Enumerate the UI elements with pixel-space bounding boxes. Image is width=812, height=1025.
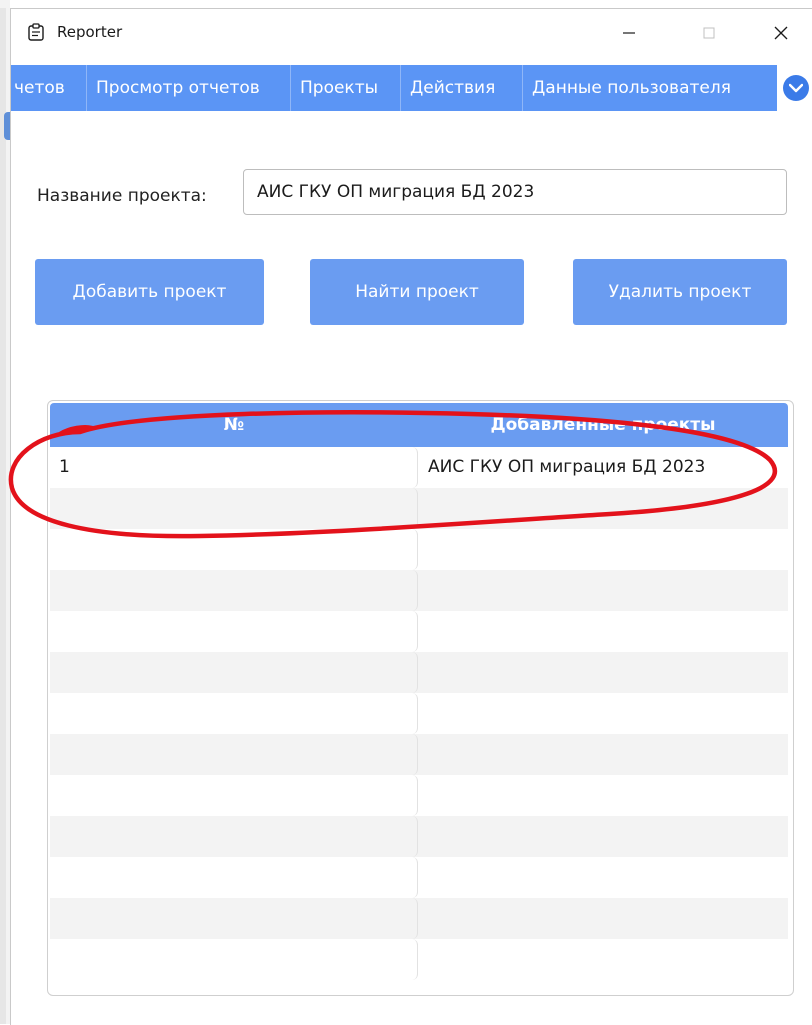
tab-user-data[interactable]: Данные пользователя <box>523 65 777 111</box>
background-window-edge <box>0 0 12 1024</box>
cell-number[interactable] <box>50 816 418 857</box>
window-title: Reporter <box>57 23 123 41</box>
table-row[interactable] <box>50 652 788 693</box>
cell-project-name[interactable] <box>418 898 788 939</box>
delete-project-button[interactable]: Удалить проект <box>573 259 787 325</box>
background-window-border <box>0 8 6 1024</box>
column-header-projects[interactable]: Добавленные проекты <box>418 403 788 447</box>
tab-label: Просмотр отчетов <box>96 78 260 98</box>
cell-project-name[interactable]: АИС ГКУ ОП миграция БД 2023 <box>418 447 788 488</box>
minimize-icon <box>623 32 635 34</box>
cell-project-name[interactable] <box>418 734 788 775</box>
find-project-button[interactable]: Найти проект <box>310 259 524 325</box>
tab-projects[interactable]: Проекты <box>291 65 401 111</box>
cell-project-name[interactable] <box>418 939 788 980</box>
add-project-button[interactable]: Добавить проект <box>35 259 264 325</box>
cell-number[interactable] <box>50 734 418 775</box>
maximize-button[interactable] <box>687 17 731 49</box>
table-row[interactable] <box>50 488 788 529</box>
tab-view-reports[interactable]: Просмотр отчетов <box>87 65 291 111</box>
table-row[interactable] <box>50 775 788 816</box>
tab-label: Данные пользователя <box>532 78 731 98</box>
cell-number[interactable] <box>50 611 418 652</box>
table-row[interactable] <box>50 939 788 980</box>
cell-project-name[interactable] <box>418 857 788 898</box>
project-name-label: Название проекта: <box>37 186 207 206</box>
table-row[interactable] <box>50 611 788 652</box>
tab-bar: четов Просмотр отчетов Проекты Действия … <box>11 65 777 111</box>
table-row[interactable] <box>50 570 788 611</box>
cell-number[interactable] <box>50 529 418 570</box>
cell-number[interactable] <box>50 693 418 734</box>
cell-project-name[interactable] <box>418 570 788 611</box>
table-row[interactable] <box>50 693 788 734</box>
close-button[interactable] <box>759 17 803 49</box>
close-icon <box>774 26 788 40</box>
table-row[interactable] <box>50 898 788 939</box>
table-row[interactable] <box>50 529 788 570</box>
table-row[interactable] <box>50 734 788 775</box>
column-header-number[interactable]: № <box>50 403 418 447</box>
chevron-down-icon <box>789 83 803 93</box>
table-header: № Добавленные проекты <box>50 403 788 447</box>
table-row[interactable]: 1 АИС ГКУ ОП миграция БД 2023 <box>50 447 788 488</box>
cell-number[interactable] <box>50 775 418 816</box>
cell-number[interactable] <box>50 488 418 529</box>
cell-number[interactable] <box>50 939 418 980</box>
cell-number[interactable] <box>50 898 418 939</box>
project-name-input[interactable] <box>243 169 787 215</box>
cell-number[interactable] <box>50 570 418 611</box>
tab-scroll-button[interactable] <box>783 75 809 101</box>
tab-label: Действия <box>410 78 496 98</box>
cell-project-name[interactable] <box>418 652 788 693</box>
tab-actions[interactable]: Действия <box>401 65 523 111</box>
cell-project-name[interactable] <box>418 693 788 734</box>
maximize-icon <box>703 27 715 39</box>
minimize-button[interactable] <box>607 17 651 49</box>
table-row[interactable] <box>50 857 788 898</box>
cell-project-name[interactable] <box>418 775 788 816</box>
table-body: 1 АИС ГКУ ОП миграция БД 2023 <box>50 447 788 980</box>
cell-project-name[interactable] <box>418 816 788 857</box>
tab-label: четов <box>14 78 65 98</box>
cell-project-name[interactable] <box>418 488 788 529</box>
tab-label: Проекты <box>300 78 379 98</box>
cell-number[interactable] <box>50 857 418 898</box>
reporter-window: Reporter четов Просмотр отчетов Проекты … <box>10 8 812 1025</box>
cell-number[interactable]: 1 <box>50 447 418 488</box>
projects-table[interactable]: № Добавленные проекты 1 АИС ГКУ ОП миграц… <box>47 400 794 996</box>
table-row[interactable] <box>50 816 788 857</box>
cell-project-name[interactable] <box>418 611 788 652</box>
tab-reports-partial[interactable]: четов <box>11 65 87 111</box>
clipboard-icon <box>28 23 44 41</box>
title-bar[interactable]: Reporter <box>11 9 812 57</box>
cell-project-name[interactable] <box>418 529 788 570</box>
cell-number[interactable] <box>50 652 418 693</box>
